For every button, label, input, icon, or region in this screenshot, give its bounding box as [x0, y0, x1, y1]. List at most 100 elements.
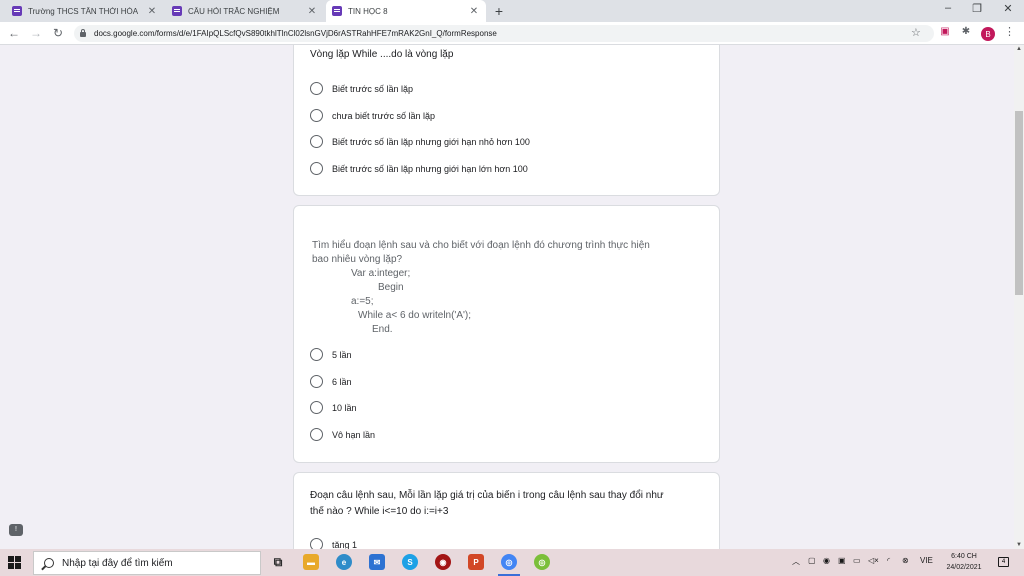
radio-option[interactable]: Biết trước số lần lặp nhưng giới hạn nhỏ… — [310, 135, 530, 148]
tab-tin-hoc-8[interactable]: TIN HỌC 8 ✕ — [326, 0, 486, 22]
volume-icon[interactable]: ◁× — [868, 556, 879, 565]
extension-icon[interactable]: ▣ — [938, 26, 952, 37]
forward-button[interactable]: → — [29, 26, 43, 40]
code-line: End. — [372, 324, 393, 335]
language-indicator[interactable]: VIE — [920, 556, 933, 565]
edge-icon[interactable]: e — [336, 554, 352, 570]
question-title: Tìm hiểu đoạn lệnh sau và cho biết với đ… — [312, 239, 650, 267]
scroll-down-arrow-icon[interactable]: ▼ — [1014, 542, 1024, 548]
close-icon[interactable]: ✕ — [146, 6, 158, 17]
network-icon[interactable]: ◜ — [887, 556, 890, 565]
radio-option[interactable]: 6 lần — [310, 375, 352, 388]
reload-button[interactable]: ↻ — [51, 26, 65, 40]
clock-date: 24/02/2021 — [946, 564, 982, 571]
radio-circle-icon[interactable] — [310, 401, 323, 414]
radio-option[interactable]: chưa biết trước số lần lặp — [310, 109, 435, 122]
extensions-puzzle-icon[interactable]: ✱ — [959, 26, 973, 37]
lock-icon — [80, 29, 86, 37]
option-label: 5 lần — [332, 349, 352, 360]
tray-app-icon[interactable]: ▢ — [808, 556, 816, 565]
radio-circle-icon[interactable] — [310, 109, 323, 122]
scrollbar-thumb[interactable] — [1015, 111, 1023, 295]
radio-option[interactable]: tăng 1 — [310, 538, 357, 549]
option-label: 10 lần — [332, 402, 357, 413]
task-view-icon[interactable]: ⧉ — [270, 554, 286, 570]
question-title-line: Tìm hiểu đoạn lệnh sau và cho biết với đ… — [312, 240, 650, 251]
question-title-line: Đoạn câu lệnh sau, Mỗi lần lặp giá trị c… — [310, 490, 664, 501]
forms-icon — [12, 6, 22, 16]
minimize-button[interactable]: – — [938, 2, 958, 14]
option-label: Vô hạn lần — [332, 429, 376, 440]
back-button[interactable]: ← — [7, 26, 21, 40]
notification-center-icon[interactable]: 4 — [998, 557, 1009, 567]
new-tab-button[interactable]: + — [492, 3, 506, 19]
chrome-icon[interactable]: ◎ — [501, 554, 517, 570]
radio-option[interactable]: Biết trước số lần lặp nhưng giới hạn lớn… — [310, 162, 528, 175]
question-title-line: thế nào ? While i<=10 do i:=i+3 — [310, 506, 449, 517]
code-line: a:=5; — [351, 296, 374, 307]
code-line: Var a:integer; — [351, 268, 411, 279]
question-card-1: Vòng lặp While ....do là vòng lặp Biết t… — [293, 45, 720, 196]
window-close-button[interactable]: ✕ — [998, 2, 1018, 15]
url-text: docs.google.com/forms/d/e/1FAIpQLScfQvS8… — [94, 29, 497, 38]
tray-battery-icon[interactable]: ▭ — [853, 556, 861, 565]
clock-time: 6:40 CH — [951, 553, 977, 560]
tray-app-icon[interactable]: ▣ — [838, 556, 846, 565]
radio-circle-icon[interactable] — [310, 348, 323, 361]
radio-option[interactable]: 5 lần — [310, 348, 352, 361]
form-page: Vòng lặp While ....do là vòng lặp Biết t… — [0, 45, 1014, 549]
radio-circle-icon[interactable] — [310, 538, 323, 549]
radio-circle-icon[interactable] — [310, 162, 323, 175]
scroll-up-arrow-icon[interactable]: ▲ — [1014, 46, 1024, 52]
address-bar[interactable]: docs.google.com/forms/d/e/1FAIpQLScfQvS8… — [74, 25, 934, 42]
tab-title: TIN HỌC 8 — [348, 6, 388, 16]
tray-chevron-icon[interactable]: ︿ — [792, 556, 800, 567]
radio-option[interactable]: Biết trước số lần lặp — [310, 82, 413, 95]
taskbar: Nhập tại đây để tìm kiếm ⧉ ▬ e ✉ S ◉ P ◎… — [0, 549, 1024, 576]
close-icon[interactable]: ✕ — [306, 6, 318, 17]
radio-circle-icon[interactable] — [310, 375, 323, 388]
forms-icon — [332, 6, 342, 16]
browser-toolbar: ← → ↻ docs.google.com/forms/d/e/1FAIpQLS… — [0, 22, 1024, 45]
feedback-icon[interactable]: ! — [9, 524, 23, 536]
skype-icon[interactable]: S — [402, 554, 418, 570]
page-scrollbar[interactable]: ▲ ▼ — [1014, 45, 1024, 549]
option-label: chưa biết trước số lần lặp — [332, 110, 435, 121]
browser-window-frame: Trường THCS TÂN THỚI HÒA ✕ CÂU HỎI TRẮC … — [0, 0, 1024, 45]
avatar[interactable]: B — [981, 27, 995, 41]
powerpoint-icon[interactable]: P — [468, 554, 484, 570]
restore-button[interactable]: ❐ — [967, 2, 987, 15]
app-red-icon[interactable]: ◉ — [435, 554, 451, 570]
option-label: 6 lần — [332, 376, 352, 387]
radio-circle-icon[interactable] — [310, 82, 323, 95]
radio-circle-icon[interactable] — [310, 135, 323, 148]
file-explorer-icon[interactable]: ▬ — [303, 554, 319, 570]
tab-truong-thcs[interactable]: Trường THCS TÂN THỚI HÒA ✕ — [6, 0, 164, 22]
radio-option[interactable]: 10 lần — [310, 401, 357, 414]
radio-circle-icon[interactable] — [310, 428, 323, 441]
question-title: Vòng lặp While ....do là vòng lặp — [310, 49, 454, 60]
code-line: Begin — [378, 282, 404, 293]
option-label: Biết trước số lần lặp nhưng giới hạn nhỏ… — [332, 136, 530, 147]
tray-antivirus-icon[interactable]: ◉ — [823, 556, 830, 565]
tab-strip: Trường THCS TÂN THỚI HÒA ✕ CÂU HỎI TRẮC … — [0, 0, 1024, 22]
question-title-line: bao nhiêu vòng lặp? — [312, 254, 403, 265]
search-placeholder: Nhập tại đây để tìm kiếm — [62, 557, 173, 569]
option-label: Biết trước số lần lặp — [332, 83, 413, 94]
code-line: While a< 6 do writeln('A'); — [358, 310, 472, 321]
browser-menu-icon[interactable]: ⋮ — [1004, 25, 1015, 38]
radio-option[interactable]: Vô hạn lần — [310, 428, 375, 441]
tab-title: Trường THCS TÂN THỚI HÒA — [28, 6, 139, 16]
tab-cau-hoi[interactable]: CÂU HỎI TRẮC NGHIỆM ✕ — [166, 0, 324, 22]
tray-status-icon[interactable]: ⊗ — [902, 556, 909, 565]
mail-icon[interactable]: ✉ — [369, 554, 385, 570]
system-clock[interactable]: 6:40 CH 24/02/2021 — [938, 551, 990, 573]
taskbar-search-box[interactable]: Nhập tại đây để tìm kiếm — [33, 551, 261, 575]
bookmark-star-icon[interactable]: ☆ — [911, 26, 921, 39]
close-icon[interactable]: ✕ — [468, 6, 480, 17]
search-icon — [44, 558, 54, 568]
tab-title: CÂU HỎI TRẮC NGHIỆM — [188, 6, 280, 16]
windows-start-icon[interactable] — [8, 556, 21, 569]
chrome-canary-icon[interactable]: ◎ — [534, 554, 550, 570]
option-label: tăng 1 — [332, 539, 358, 550]
